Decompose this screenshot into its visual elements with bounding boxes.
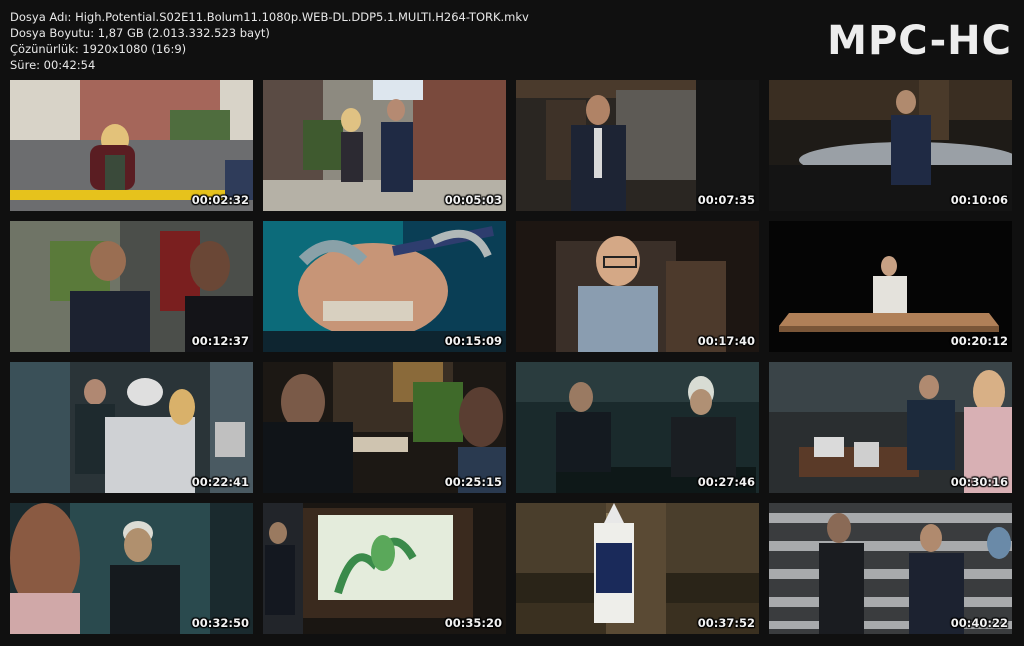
thumbnail-13[interactable]: 00:32:50 [10,503,253,634]
file-resolution: Çözünürlük: 1920x1080 (16:9) [10,42,187,56]
file-duration: Süre: 00:42:54 [10,58,96,72]
thumbnail-12[interactable]: 00:30:16 [769,362,1012,493]
timestamp: 00:12:37 [191,334,249,348]
file-info: Dosya Adı: High.Potential.S02E11.Bolum11… [10,9,529,73]
thumbnail-16[interactable]: 00:40:22 [769,503,1012,634]
thumbnail-image [263,221,506,352]
thumbnail-5[interactable]: 00:12:37 [10,221,253,352]
timestamp: 00:07:35 [697,193,755,207]
thumbnail-7[interactable]: 00:17:40 [516,221,759,352]
timestamp: 00:35:20 [444,616,502,630]
thumbnail-image [263,503,506,634]
thumbnail-14[interactable]: 00:35:20 [263,503,506,634]
thumbnail-9[interactable]: 00:22:41 [10,362,253,493]
thumbnail-6[interactable]: 00:15:09 [263,221,506,352]
thumbnail-image [769,362,1012,493]
thumbnail-11[interactable]: 00:27:46 [516,362,759,493]
timestamp: 00:02:32 [191,193,249,207]
thumbnail-image [516,362,759,493]
thumbnail-10[interactable]: 00:25:15 [263,362,506,493]
mpc-hc-logo: MPC-HC [827,18,1012,64]
timestamp: 00:20:12 [950,334,1008,348]
timestamp: 00:37:52 [697,616,755,630]
thumbnail-image [769,80,1012,211]
thumbnail-15[interactable]: 00:37:52 [516,503,759,634]
thumbnail-image [516,80,759,211]
timestamp: 00:22:41 [191,475,249,489]
thumbnail-image [10,80,253,211]
thumbnail-1[interactable]: 00:02:32 [10,80,253,211]
thumbnail-image [516,221,759,352]
thumbnail-8[interactable]: 00:20:12 [769,221,1012,352]
file-name: Dosya Adı: High.Potential.S02E11.Bolum11… [10,10,529,24]
timestamp: 00:05:03 [444,193,502,207]
file-size: Dosya Boyutu: 1,87 GB (2.013.332.523 bay… [10,26,270,40]
thumbnail-image [10,221,253,352]
thumbnail-image [263,80,506,211]
timestamp: 00:10:06 [950,193,1008,207]
thumbnail-image [769,221,1012,352]
thumbnail-2[interactable]: 00:05:03 [263,80,506,211]
timestamp: 00:40:22 [950,616,1008,630]
timestamp: 00:17:40 [697,334,755,348]
thumbnail-image [516,503,759,634]
thumbnail-image [769,503,1012,634]
timestamp: 00:32:50 [191,616,249,630]
timestamp: 00:30:16 [950,475,1008,489]
thumbnail-4[interactable]: 00:10:06 [769,80,1012,211]
thumbnail-image [263,362,506,493]
timestamp: 00:15:09 [444,334,502,348]
thumbnail-grid: 00:02:32 00:05:03 00:07:35 00:10:06 00:1… [10,80,1013,634]
timestamp: 00:25:15 [444,475,502,489]
thumbnail-3[interactable]: 00:07:35 [516,80,759,211]
timestamp: 00:27:46 [697,475,755,489]
thumbnail-image [10,503,253,634]
thumbnail-image [10,362,253,493]
